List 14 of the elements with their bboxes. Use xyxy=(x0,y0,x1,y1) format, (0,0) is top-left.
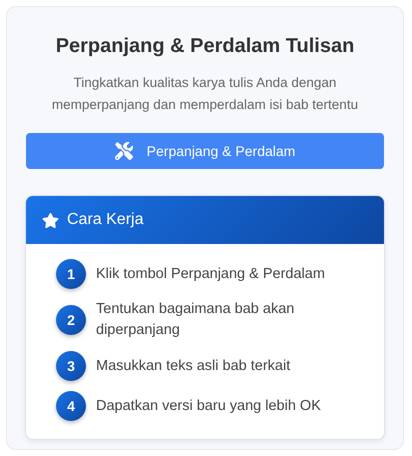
step-number: 3 xyxy=(56,351,86,381)
step-text: Tentukan bagaimana bab akan diperpanjang xyxy=(96,300,296,340)
step-text: Dapatkan versi baru yang lebih OK xyxy=(96,396,322,416)
page-title: Perpanjang & Perdalam Tulisan xyxy=(56,35,354,58)
step-number: 4 xyxy=(56,391,86,421)
tools-icon xyxy=(114,142,133,160)
step-number: 1 xyxy=(56,259,86,289)
step-text: Klik tombol Perpanjang & Perdalam xyxy=(96,264,326,284)
step-number: 2 xyxy=(56,305,86,335)
star-icon xyxy=(42,212,59,228)
subtitle: Tingkatkan kualitas karya tulis Anda dengan memperpanjang dan memperdalam isi bab tertentu xyxy=(50,74,360,114)
panel-title: Cara Kerja xyxy=(67,211,144,229)
step-text: Masukkan teks asli bab terkait xyxy=(96,356,292,376)
extend-button[interactable]: Perpanjang & Perdalam xyxy=(26,133,384,169)
